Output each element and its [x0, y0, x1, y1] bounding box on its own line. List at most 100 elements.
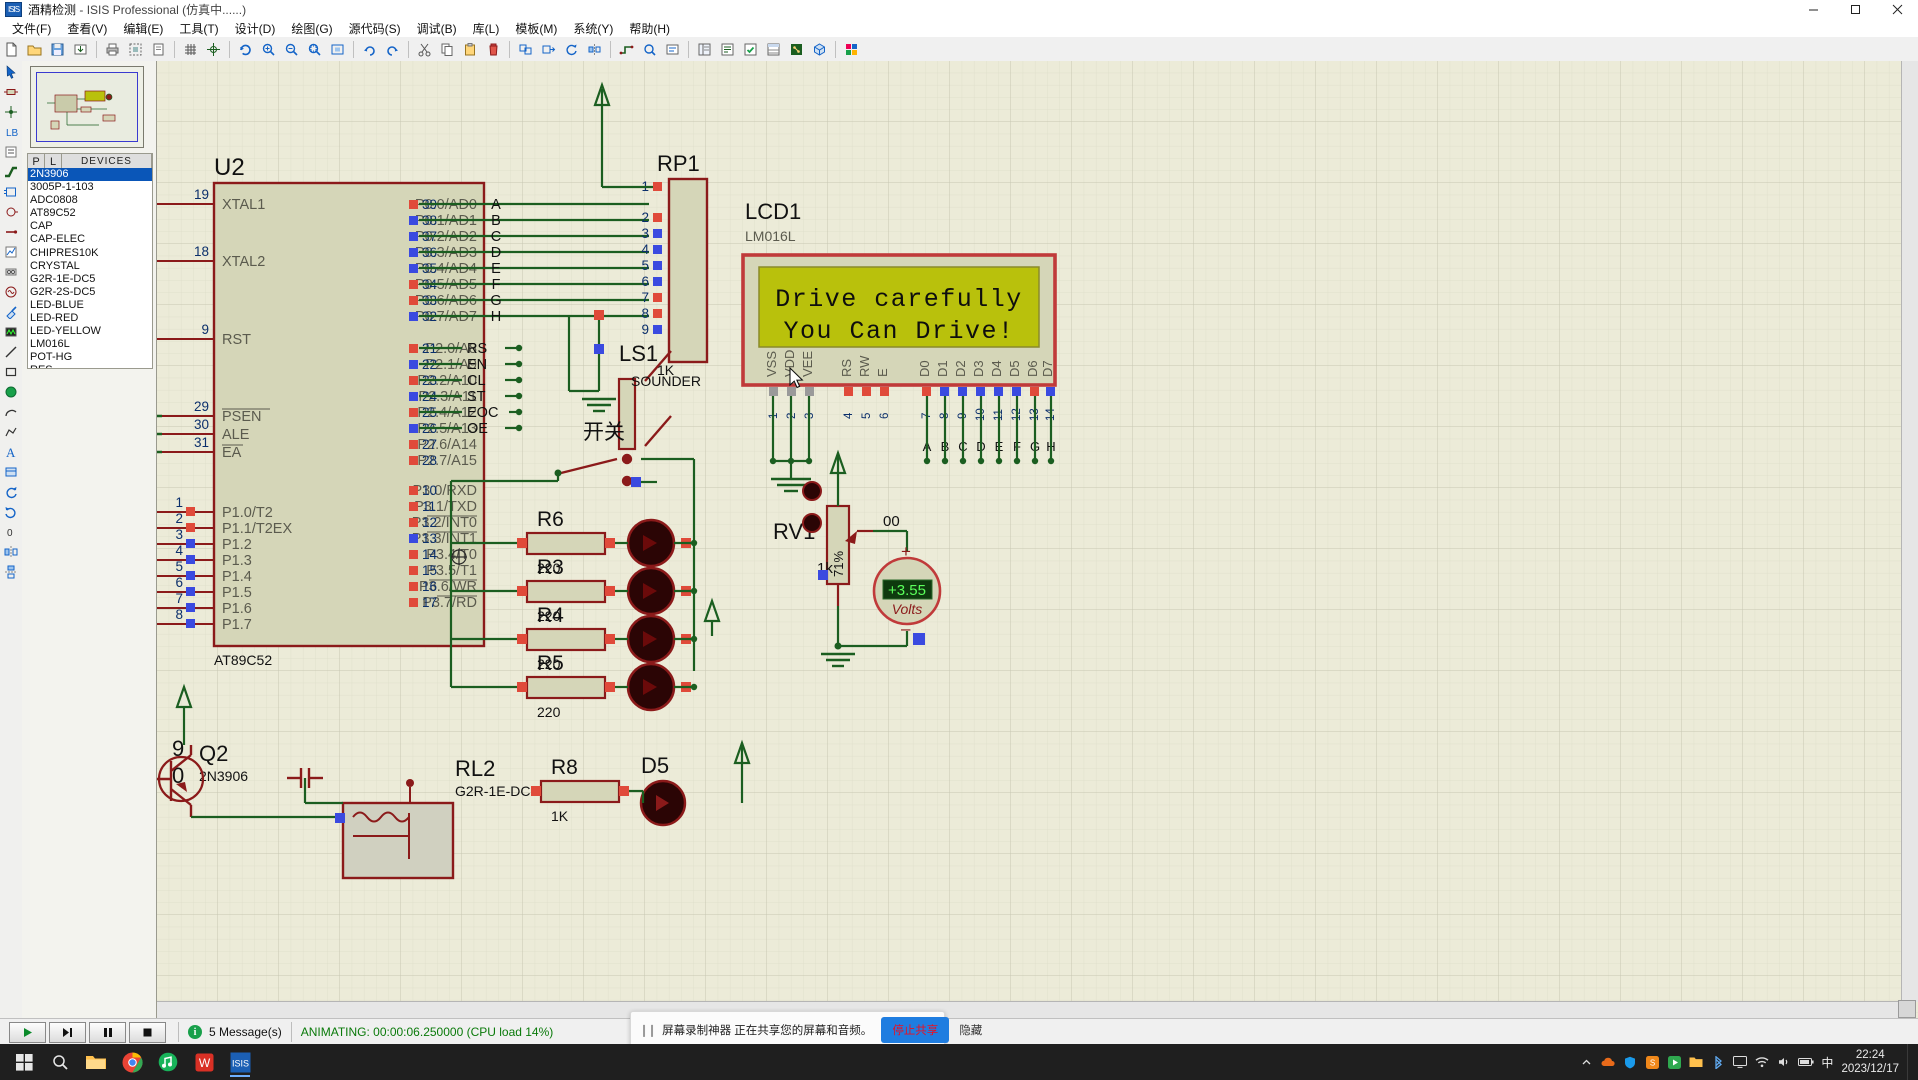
- devices-header-l[interactable]: L: [45, 154, 62, 169]
- folder-icon[interactable]: [1685, 1046, 1707, 1078]
- design-explorer-icon[interactable]: [694, 39, 715, 60]
- line-mode-icon[interactable]: [1, 342, 21, 361]
- junction-mode-icon[interactable]: [1, 102, 21, 121]
- device-item-led-yellow[interactable]: LED-YELLOW: [28, 325, 152, 338]
- device-pin-mode-icon[interactable]: [1, 222, 21, 241]
- virtual-instrument-mode-icon[interactable]: [1, 322, 21, 341]
- pause-button[interactable]: [89, 1021, 126, 1043]
- menu-template[interactable]: 模板(M): [507, 19, 565, 38]
- bom-icon[interactable]: [763, 39, 784, 60]
- zoom-all-icon[interactable]: [327, 39, 348, 60]
- chrome-icon[interactable]: [115, 1046, 149, 1078]
- volume-icon[interactable]: [1773, 1046, 1795, 1078]
- new-file-icon[interactable]: [1, 39, 22, 60]
- grid-icon[interactable]: [180, 39, 201, 60]
- circle-mode-icon[interactable]: [1, 382, 21, 401]
- device-item-pot-hg[interactable]: POT-HG: [28, 351, 152, 364]
- hide-toast-button[interactable]: 隐藏: [959, 1022, 982, 1038]
- mirror-horizontal-icon[interactable]: [1, 542, 21, 561]
- show-desktop-button[interactable]: [1907, 1044, 1914, 1080]
- toast-grip-icon[interactable]: ❙❙: [639, 1023, 657, 1037]
- menu-system[interactable]: 系统(Y): [565, 19, 621, 38]
- wire-autorouter-icon[interactable]: [616, 39, 637, 60]
- message-count[interactable]: i 5 Message(s): [188, 1025, 282, 1039]
- import-icon[interactable]: [70, 39, 91, 60]
- rotate-ccw-icon[interactable]: [1, 482, 21, 501]
- menu-file[interactable]: 文件(F): [4, 19, 59, 38]
- delete-icon[interactable]: [483, 39, 504, 60]
- rotation-angle-field[interactable]: 0: [1, 522, 21, 541]
- paste-icon[interactable]: [460, 39, 481, 60]
- menu-debug[interactable]: 调试(B): [409, 19, 465, 38]
- shield-icon[interactable]: [1619, 1046, 1641, 1078]
- wire-label-mode-icon[interactable]: LBL: [1, 122, 21, 141]
- app-orange-icon[interactable]: S: [1641, 1046, 1663, 1078]
- device-item-g2r-2s-dc5[interactable]: G2R-2S-DC5: [28, 286, 152, 299]
- horizontal-scrollbar[interactable]: [157, 1001, 1902, 1018]
- device-item-led-red[interactable]: LED-RED: [28, 312, 152, 325]
- device-item-g2r-1e-dc5[interactable]: G2R-1E-DC5: [28, 273, 152, 286]
- play-button[interactable]: [9, 1021, 46, 1043]
- device-item-res[interactable]: RES: [28, 364, 152, 368]
- ime-indicator[interactable]: 中: [1817, 1054, 1837, 1071]
- zoom-in-icon[interactable]: [258, 39, 279, 60]
- explorer-icon[interactable]: [79, 1046, 113, 1078]
- menu-source[interactable]: 源代码(S): [341, 19, 409, 38]
- arc-mode-icon[interactable]: [1, 402, 21, 421]
- maximize-button[interactable]: [1834, 0, 1876, 19]
- bluetooth-icon[interactable]: [1707, 1046, 1729, 1078]
- device-item-led-blue[interactable]: LED-BLUE: [28, 299, 152, 312]
- path-mode-icon[interactable]: [1, 422, 21, 441]
- menu-edit[interactable]: 编辑(E): [115, 19, 171, 38]
- text-mode-icon[interactable]: A: [1, 442, 21, 461]
- zoom-out-icon[interactable]: [281, 39, 302, 60]
- search-tag-icon[interactable]: [639, 39, 660, 60]
- devices-header-p[interactable]: P: [28, 154, 45, 169]
- devices-list[interactable]: 2N3906 3005P-1-103 ADC0808 AT89C52 CAP C…: [27, 168, 153, 369]
- save-icon[interactable]: [47, 39, 68, 60]
- erc-icon[interactable]: [740, 39, 761, 60]
- print-icon[interactable]: [102, 39, 123, 60]
- scroll-corner-button[interactable]: [1898, 1000, 1916, 1018]
- copy-icon[interactable]: [437, 39, 458, 60]
- taskbar-clock[interactable]: 22:24 2023/12/17: [1837, 1048, 1907, 1076]
- print-area-icon[interactable]: [125, 39, 146, 60]
- block-copy-icon[interactable]: [515, 39, 536, 60]
- block-rotate-icon[interactable]: [561, 39, 582, 60]
- ares-icon[interactable]: [786, 39, 807, 60]
- menu-view[interactable]: 查看(V): [59, 19, 115, 38]
- device-item-cap-elec[interactable]: CAP-ELEC: [28, 233, 152, 246]
- start-icon[interactable]: [7, 1046, 41, 1078]
- battery-icon[interactable]: [1795, 1046, 1817, 1078]
- 3d-view-icon[interactable]: [809, 39, 830, 60]
- page-setup-icon[interactable]: [148, 39, 169, 60]
- selection-mode-icon[interactable]: [1, 62, 21, 81]
- device-item-crystal[interactable]: CRYSTAL: [28, 260, 152, 273]
- stop-sharing-button[interactable]: 停止共享: [881, 1017, 950, 1043]
- tape-recorder-mode-icon[interactable]: [1, 262, 21, 281]
- terminal-mode-icon[interactable]: [1, 202, 21, 221]
- wifi-icon[interactable]: [1751, 1046, 1773, 1078]
- open-file-icon[interactable]: [24, 39, 45, 60]
- wps-icon[interactable]: W: [187, 1046, 221, 1078]
- step-button[interactable]: [49, 1021, 86, 1043]
- schematic-canvas[interactable]: U2 AT89C52 XTAL1 XTAL2 RST PSEN ALE EA P…: [157, 61, 1918, 1018]
- menu-tools[interactable]: 工具(T): [171, 19, 226, 38]
- undo-icon[interactable]: [359, 39, 380, 60]
- chevron-up-icon[interactable]: [1575, 1046, 1597, 1078]
- menu-library[interactable]: 库(L): [465, 19, 508, 38]
- zoom-area-icon[interactable]: [304, 39, 325, 60]
- bus-mode-icon[interactable]: [1, 162, 21, 181]
- symbol-mode-icon[interactable]: [1, 462, 21, 481]
- overview-preview[interactable]: [30, 66, 144, 148]
- block-mirror-icon[interactable]: [584, 39, 605, 60]
- netlist-icon[interactable]: [717, 39, 738, 60]
- stop-button[interactable]: [129, 1021, 166, 1043]
- ime-label[interactable]: 中: [1817, 1054, 1837, 1071]
- graph-mode-icon[interactable]: [1, 242, 21, 261]
- redo-icon[interactable]: [382, 39, 403, 60]
- media-icon[interactable]: [1663, 1046, 1685, 1078]
- vertical-scrollbar[interactable]: [1901, 61, 1918, 1002]
- close-button[interactable]: [1876, 0, 1918, 19]
- display-icon[interactable]: [1729, 1046, 1751, 1078]
